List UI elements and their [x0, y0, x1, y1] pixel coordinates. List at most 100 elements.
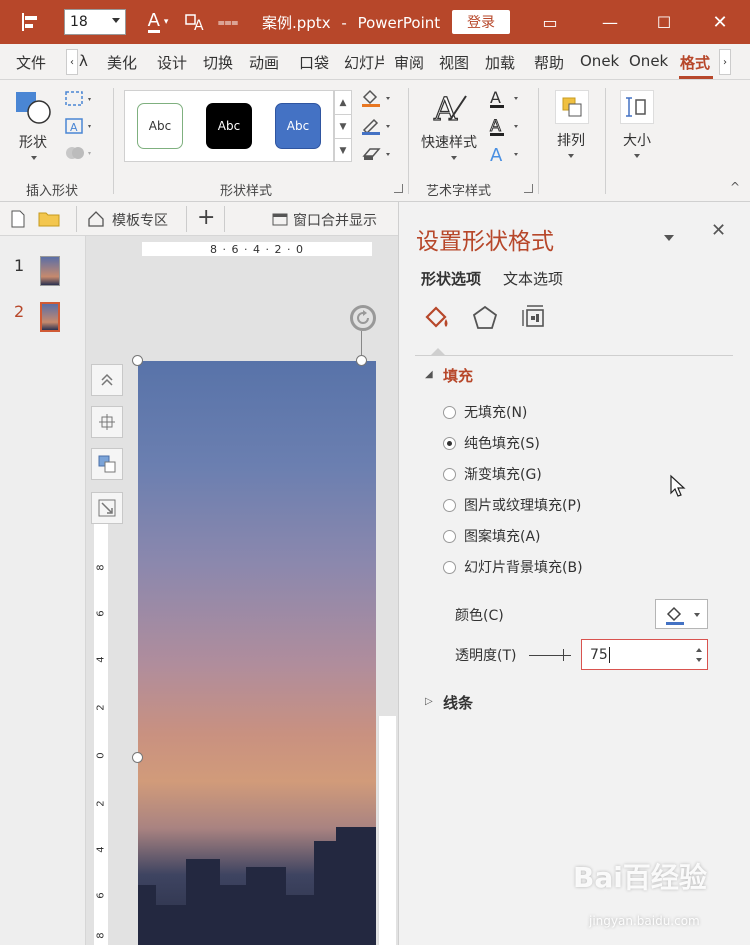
resize-handle[interactable]: [132, 752, 143, 763]
arrange-icon[interactable]: [555, 90, 589, 124]
arrange-label[interactable]: 排列: [557, 130, 585, 150]
slide-thumbnail-1[interactable]: [40, 256, 60, 286]
fill-option-picture[interactable]: 图片或纹理填充(P): [443, 495, 581, 515]
tab-scroll-left-button[interactable]: ‹: [66, 49, 78, 75]
maximize-icon[interactable]: ☐: [652, 10, 676, 34]
fill-color-button[interactable]: [655, 599, 708, 629]
transparency-slider[interactable]: [529, 655, 571, 656]
size-label[interactable]: 大小: [623, 130, 651, 150]
tab-view[interactable]: 视图: [439, 52, 469, 73]
font-size-select[interactable]: 18: [64, 9, 126, 35]
wordart-styles-launcher-icon[interactable]: [524, 184, 533, 193]
shape-style-3[interactable]: Abc: [275, 103, 321, 149]
shape-fill-icon[interactable]: [360, 88, 394, 112]
tab-onekey-1[interactable]: Onek: [580, 52, 620, 70]
arrange-layers-icon[interactable]: [91, 448, 123, 480]
gallery-up-icon[interactable]: ▲: [335, 91, 351, 115]
tab-design[interactable]: 设计: [157, 52, 187, 73]
tab-addins[interactable]: 加载: [485, 52, 529, 73]
collapse-up-icon[interactable]: [91, 364, 123, 396]
gallery-down-icon[interactable]: ▼: [335, 115, 351, 139]
rotate-icon[interactable]: [350, 305, 376, 331]
spin-down-icon[interactable]: [696, 658, 702, 662]
align-center-icon[interactable]: [91, 406, 123, 438]
add-tab-button[interactable]: +: [197, 205, 215, 230]
tab-review[interactable]: 审阅: [394, 52, 424, 73]
template-zone-tab[interactable]: 模板专区: [112, 210, 168, 230]
shape-effects-icon[interactable]: [360, 144, 394, 168]
fill-option-pattern[interactable]: 图案填充(A): [443, 526, 541, 546]
shape-outline-icon[interactable]: [360, 116, 394, 140]
shape-styles-launcher-icon[interactable]: [394, 184, 403, 193]
window-merge-icon[interactable]: [272, 213, 288, 230]
transparency-slider-thumb[interactable]: [563, 649, 564, 661]
close-icon[interactable]: ✕: [711, 220, 726, 241]
effects-pentagon-icon[interactable]: [469, 302, 501, 334]
quick-access-more-icon[interactable]: ⩶: [218, 8, 239, 36]
text-outline-icon[interactable]: A: [488, 116, 524, 142]
collapse-ribbon-icon[interactable]: ^: [730, 180, 740, 194]
text-box-icon[interactable]: A: [64, 117, 94, 139]
canvas-scrollbar[interactable]: [378, 716, 396, 945]
home-icon[interactable]: [87, 210, 105, 232]
size-icon[interactable]: [620, 90, 654, 124]
close-icon[interactable]: ✕: [708, 10, 732, 34]
text-effects-icon[interactable]: A: [488, 144, 524, 170]
fill-option-solid[interactable]: 纯色填充(S): [443, 433, 540, 453]
radio-button[interactable]: [443, 467, 456, 481]
fill-option-slide-background[interactable]: 幻灯片背景填充(B): [443, 557, 583, 577]
align-icon[interactable]: [14, 8, 50, 36]
radio-button-checked[interactable]: [443, 436, 456, 450]
font-color-icon[interactable]: A ▾: [140, 8, 176, 36]
spin-up-icon[interactable]: [696, 648, 702, 652]
text-effects-icon[interactable]: A: [180, 8, 212, 36]
radio-button[interactable]: [443, 498, 456, 512]
tab-animations[interactable]: 动画: [249, 52, 279, 73]
expanded-triangle-icon[interactable]: ◢: [425, 369, 433, 380]
slide-thumbnail-2[interactable]: [40, 302, 60, 332]
shape-style-2[interactable]: Abc: [206, 103, 252, 149]
login-button[interactable]: 登录: [452, 10, 510, 34]
tab-scroll-right-button[interactable]: ›: [719, 49, 731, 75]
minimize-icon[interactable]: —: [598, 10, 622, 34]
size-properties-icon[interactable]: [519, 302, 551, 334]
tab-insert[interactable]: λ: [79, 52, 93, 70]
transparency-input[interactable]: 75: [581, 639, 708, 670]
new-file-icon[interactable]: [10, 210, 26, 232]
shape-style-1[interactable]: Abc: [137, 103, 183, 149]
ribbon-display-options-icon[interactable]: ▭: [538, 10, 562, 34]
folder-icon[interactable]: [38, 210, 60, 232]
radio-button[interactable]: [443, 529, 456, 543]
tab-shape-options[interactable]: 形状选项: [421, 268, 481, 289]
edit-shape-icon[interactable]: [64, 90, 94, 112]
fill-option-gradient[interactable]: 渐变填充(G): [443, 464, 542, 484]
gallery-more-icon[interactable]: ▼: [335, 139, 351, 163]
pane-options-icon[interactable]: [663, 226, 675, 247]
quick-styles-icon[interactable]: A: [432, 89, 470, 134]
tab-onekey-2[interactable]: Onek: [629, 52, 669, 70]
radio-label: 图片或纹理填充(P): [464, 498, 582, 514]
line-section-header[interactable]: 线条: [443, 692, 473, 713]
tab-beautify[interactable]: 美化: [107, 52, 149, 73]
window-merge-label[interactable]: 窗口合并显示: [293, 210, 377, 230]
tab-file[interactable]: 文件: [16, 52, 46, 73]
merge-shapes-icon[interactable]: [64, 144, 94, 166]
resize-handle[interactable]: [132, 355, 143, 366]
collapsed-triangle-icon[interactable]: ▷: [425, 696, 433, 707]
tab-pocket[interactable]: 口袋: [299, 52, 329, 73]
text-fill-icon[interactable]: A: [488, 88, 524, 114]
tab-slideshow[interactable]: 幻灯片: [344, 52, 384, 73]
radio-button[interactable]: [443, 405, 456, 419]
slide-picture[interactable]: [138, 361, 376, 945]
radio-button[interactable]: [443, 560, 456, 574]
fill-line-icon[interactable]: [421, 302, 453, 334]
resize-icon[interactable]: [91, 492, 123, 524]
shapes-button[interactable]: [14, 88, 54, 132]
fill-section-header[interactable]: 填充: [443, 365, 473, 386]
tab-transitions[interactable]: 切换: [203, 52, 233, 73]
tab-format[interactable]: 格式: [680, 52, 710, 73]
tab-help[interactable]: 帮助: [534, 52, 564, 73]
tab-text-options[interactable]: 文本选项: [503, 268, 563, 289]
resize-handle[interactable]: [356, 355, 367, 366]
fill-option-none[interactable]: 无填充(N): [443, 402, 527, 422]
